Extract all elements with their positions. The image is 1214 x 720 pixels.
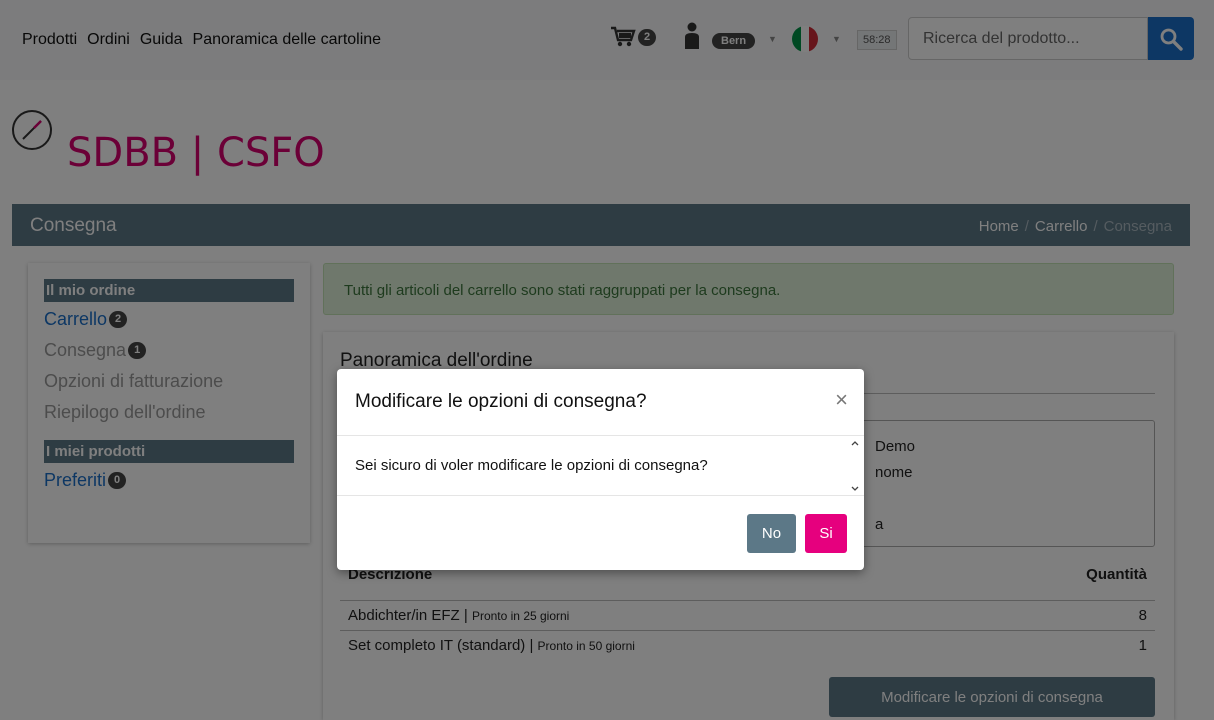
divider — [337, 495, 864, 496]
modal-backdrop[interactable] — [0, 0, 1214, 720]
close-icon[interactable]: × — [835, 387, 848, 413]
dialog-title: Modificare le opzioni di consegna? — [355, 391, 647, 412]
yes-button[interactable]: Si — [805, 514, 847, 553]
scrollbar[interactable] — [849, 437, 861, 495]
dialog-message: Sei sicuro di voler modificare le opzion… — [355, 457, 708, 474]
no-button[interactable]: No — [747, 514, 796, 553]
divider — [337, 435, 864, 436]
confirm-dialog: Modificare le opzioni di consegna? × Sei… — [337, 369, 864, 570]
